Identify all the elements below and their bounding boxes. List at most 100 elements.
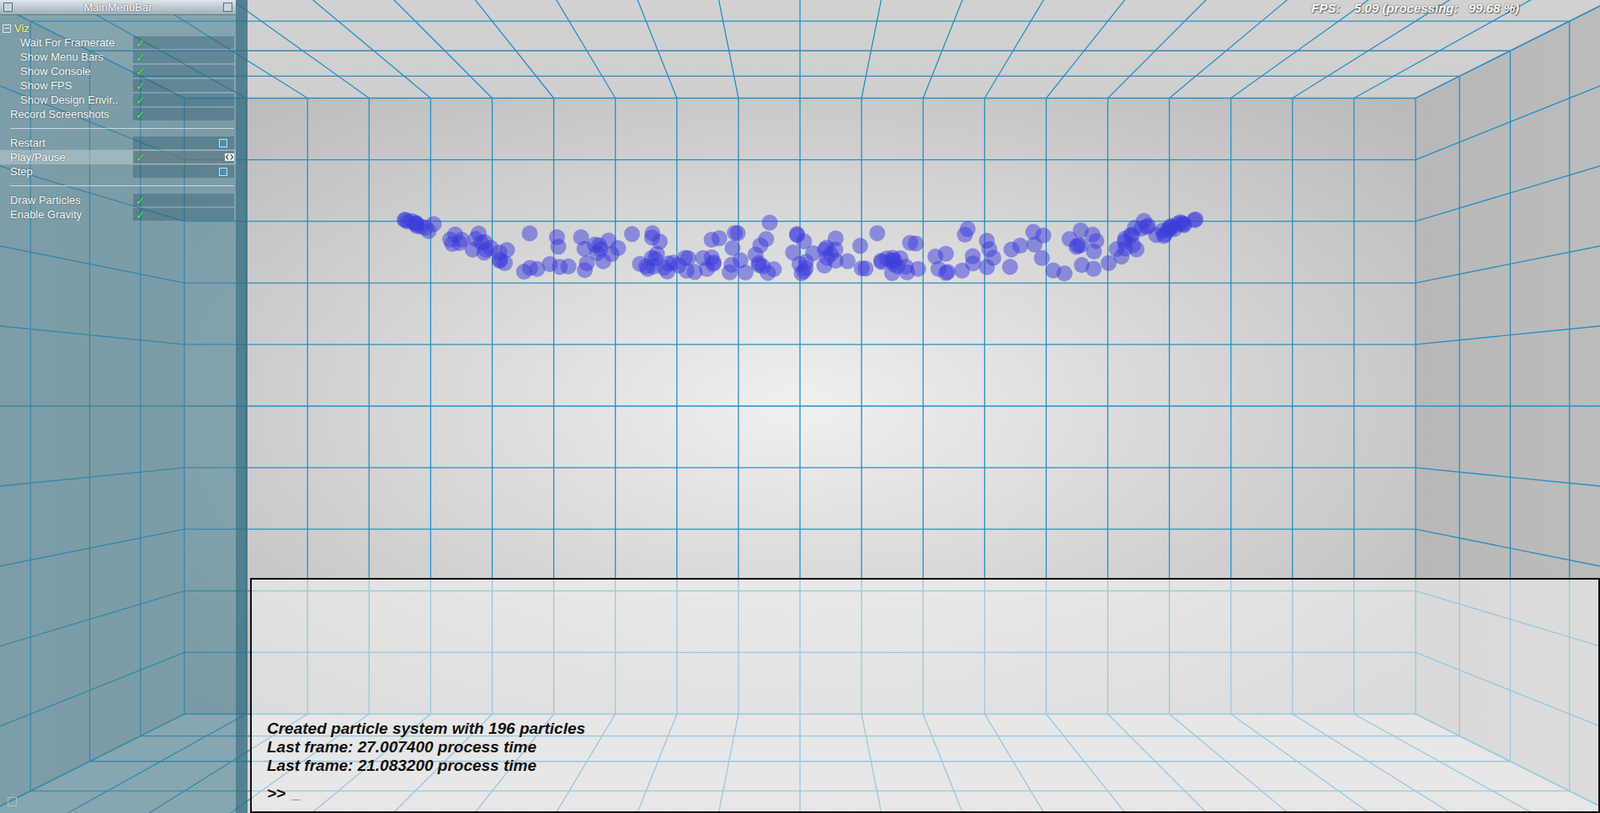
particle xyxy=(751,255,768,272)
menu-item-label: Enable Gravity xyxy=(10,208,134,221)
menu-item-value[interactable]: ✓ xyxy=(133,150,235,164)
grid-line xyxy=(1108,0,1600,99)
check-mark[interactable]: ✓ xyxy=(135,37,146,49)
particles xyxy=(396,211,1204,282)
particle xyxy=(1034,250,1051,267)
particle xyxy=(1045,261,1062,278)
menu-item[interactable]: Wait For Framerate✓ xyxy=(0,35,236,50)
menu-item[interactable]: Record Screenshots✓ xyxy=(0,106,236,122)
menu-item[interactable]: Step xyxy=(0,164,236,179)
menu-item-label: Restart xyxy=(10,136,134,150)
particle xyxy=(624,225,640,242)
push-button-box[interactable] xyxy=(218,138,228,148)
menu-item[interactable]: Show FPS✓ xyxy=(0,78,236,93)
menu-item-label: Draw Particles xyxy=(10,193,134,207)
menu-item[interactable]: Show Design Envir..✓ xyxy=(0,92,236,107)
push-button-box[interactable] xyxy=(218,167,228,176)
menu-item[interactable]: Draw Particles✓ xyxy=(0,192,236,208)
particle xyxy=(789,225,806,242)
grid-line xyxy=(1415,405,1600,406)
menu-item[interactable]: Enable Gravity✓ xyxy=(0,207,236,222)
check-mark[interactable]: ✓ xyxy=(135,108,146,121)
menu-item[interactable]: Show Menu Bars✓ xyxy=(0,49,236,64)
menu-body: VizWait For Framerate✓Show Menu Bars✓Sho… xyxy=(0,15,236,222)
menu-item[interactable]: Play/Pause✓ xyxy=(0,149,236,165)
particle xyxy=(704,231,720,248)
grid-line xyxy=(1231,0,1600,99)
check-mark[interactable]: ✓ xyxy=(135,80,146,92)
menu-item-label: Step xyxy=(10,165,134,178)
menu-item-value[interactable]: ✓ xyxy=(133,193,235,207)
check-mark[interactable]: ✓ xyxy=(135,94,146,107)
menu-separator xyxy=(0,121,236,136)
particle xyxy=(827,252,844,269)
menu-item-value[interactable]: ✓ xyxy=(133,107,235,121)
particle xyxy=(578,255,595,272)
menu-item-label: Show Console xyxy=(20,64,134,78)
particle xyxy=(600,232,617,249)
particle xyxy=(938,245,955,262)
grid-line xyxy=(184,0,678,99)
main-menu-bar: MainMenuBarVizWait For Framerate✓Show Me… xyxy=(0,0,248,813)
particle xyxy=(827,230,844,247)
grid-line xyxy=(1415,0,1600,160)
grid-line xyxy=(984,0,1600,99)
particle xyxy=(1072,237,1089,254)
menu-item-value[interactable] xyxy=(133,136,235,150)
collapse-icon[interactable] xyxy=(2,24,11,33)
grid-line xyxy=(1169,0,1600,99)
particle xyxy=(869,224,886,241)
particle xyxy=(417,219,434,236)
menu-pin-icon[interactable] xyxy=(3,2,13,12)
menu-item-label: Show FPS xyxy=(20,79,134,92)
particle xyxy=(1125,237,1142,254)
menu-item-value[interactable]: ✓ xyxy=(133,79,235,92)
particle xyxy=(1002,258,1019,275)
grid-line xyxy=(1415,98,1600,345)
grid xyxy=(0,0,1600,813)
menu-item-value[interactable] xyxy=(133,165,235,178)
check-mark[interactable]: ✓ xyxy=(135,151,146,164)
grid-line xyxy=(184,159,1416,160)
menu-title-bar[interactable]: MainMenuBar xyxy=(0,0,236,16)
grid-line xyxy=(184,405,1416,406)
menu-item[interactable]: Restart xyxy=(0,135,236,150)
particle xyxy=(721,264,738,281)
drag-handle-icon[interactable] xyxy=(224,153,235,161)
particle xyxy=(853,260,870,277)
menu-item-value[interactable]: ✓ xyxy=(133,36,235,49)
menu-collapse-icon[interactable] xyxy=(223,2,233,12)
particle xyxy=(549,229,566,246)
particle xyxy=(638,258,655,275)
check-mark[interactable]: ✓ xyxy=(135,51,146,64)
console[interactable]: Created particle system with 196 particl… xyxy=(250,577,1600,813)
particle xyxy=(965,248,982,265)
particle xyxy=(795,262,812,279)
check-mark[interactable]: ✓ xyxy=(135,194,146,207)
particle xyxy=(885,256,902,272)
check-mark[interactable]: ✓ xyxy=(135,208,146,221)
menu-item-value[interactable]: ✓ xyxy=(133,50,235,64)
console-prompt: >> xyxy=(266,784,286,803)
console-line: Created particle system with 196 particl… xyxy=(266,719,1590,738)
menu-item-value[interactable]: ✓ xyxy=(133,208,235,221)
grid-line xyxy=(1045,0,1600,99)
check-mark[interactable]: ✓ xyxy=(135,65,146,78)
particle xyxy=(442,231,459,248)
console-line: Last frame: 21.083200 process time xyxy=(266,756,1590,775)
console-output: Created particle system with 196 particl… xyxy=(266,719,1590,775)
menu-item-value[interactable]: ✓ xyxy=(133,93,235,107)
resize-grip-icon[interactable] xyxy=(7,796,17,806)
menu-item-label: Viz xyxy=(14,21,236,35)
grid-line xyxy=(184,343,1416,345)
menu-item-value[interactable]: ✓ xyxy=(133,64,235,78)
grid-line xyxy=(30,20,1570,22)
grid-line xyxy=(492,0,739,99)
particle xyxy=(985,250,1002,267)
console-input[interactable]: >>_ xyxy=(266,784,1590,803)
particle xyxy=(1133,220,1150,237)
menu-item[interactable]: Viz xyxy=(0,21,236,36)
menu-item[interactable]: Show Console✓ xyxy=(0,64,236,79)
menu-item-label: Show Menu Bars xyxy=(20,50,134,64)
grid-line xyxy=(90,50,1511,52)
